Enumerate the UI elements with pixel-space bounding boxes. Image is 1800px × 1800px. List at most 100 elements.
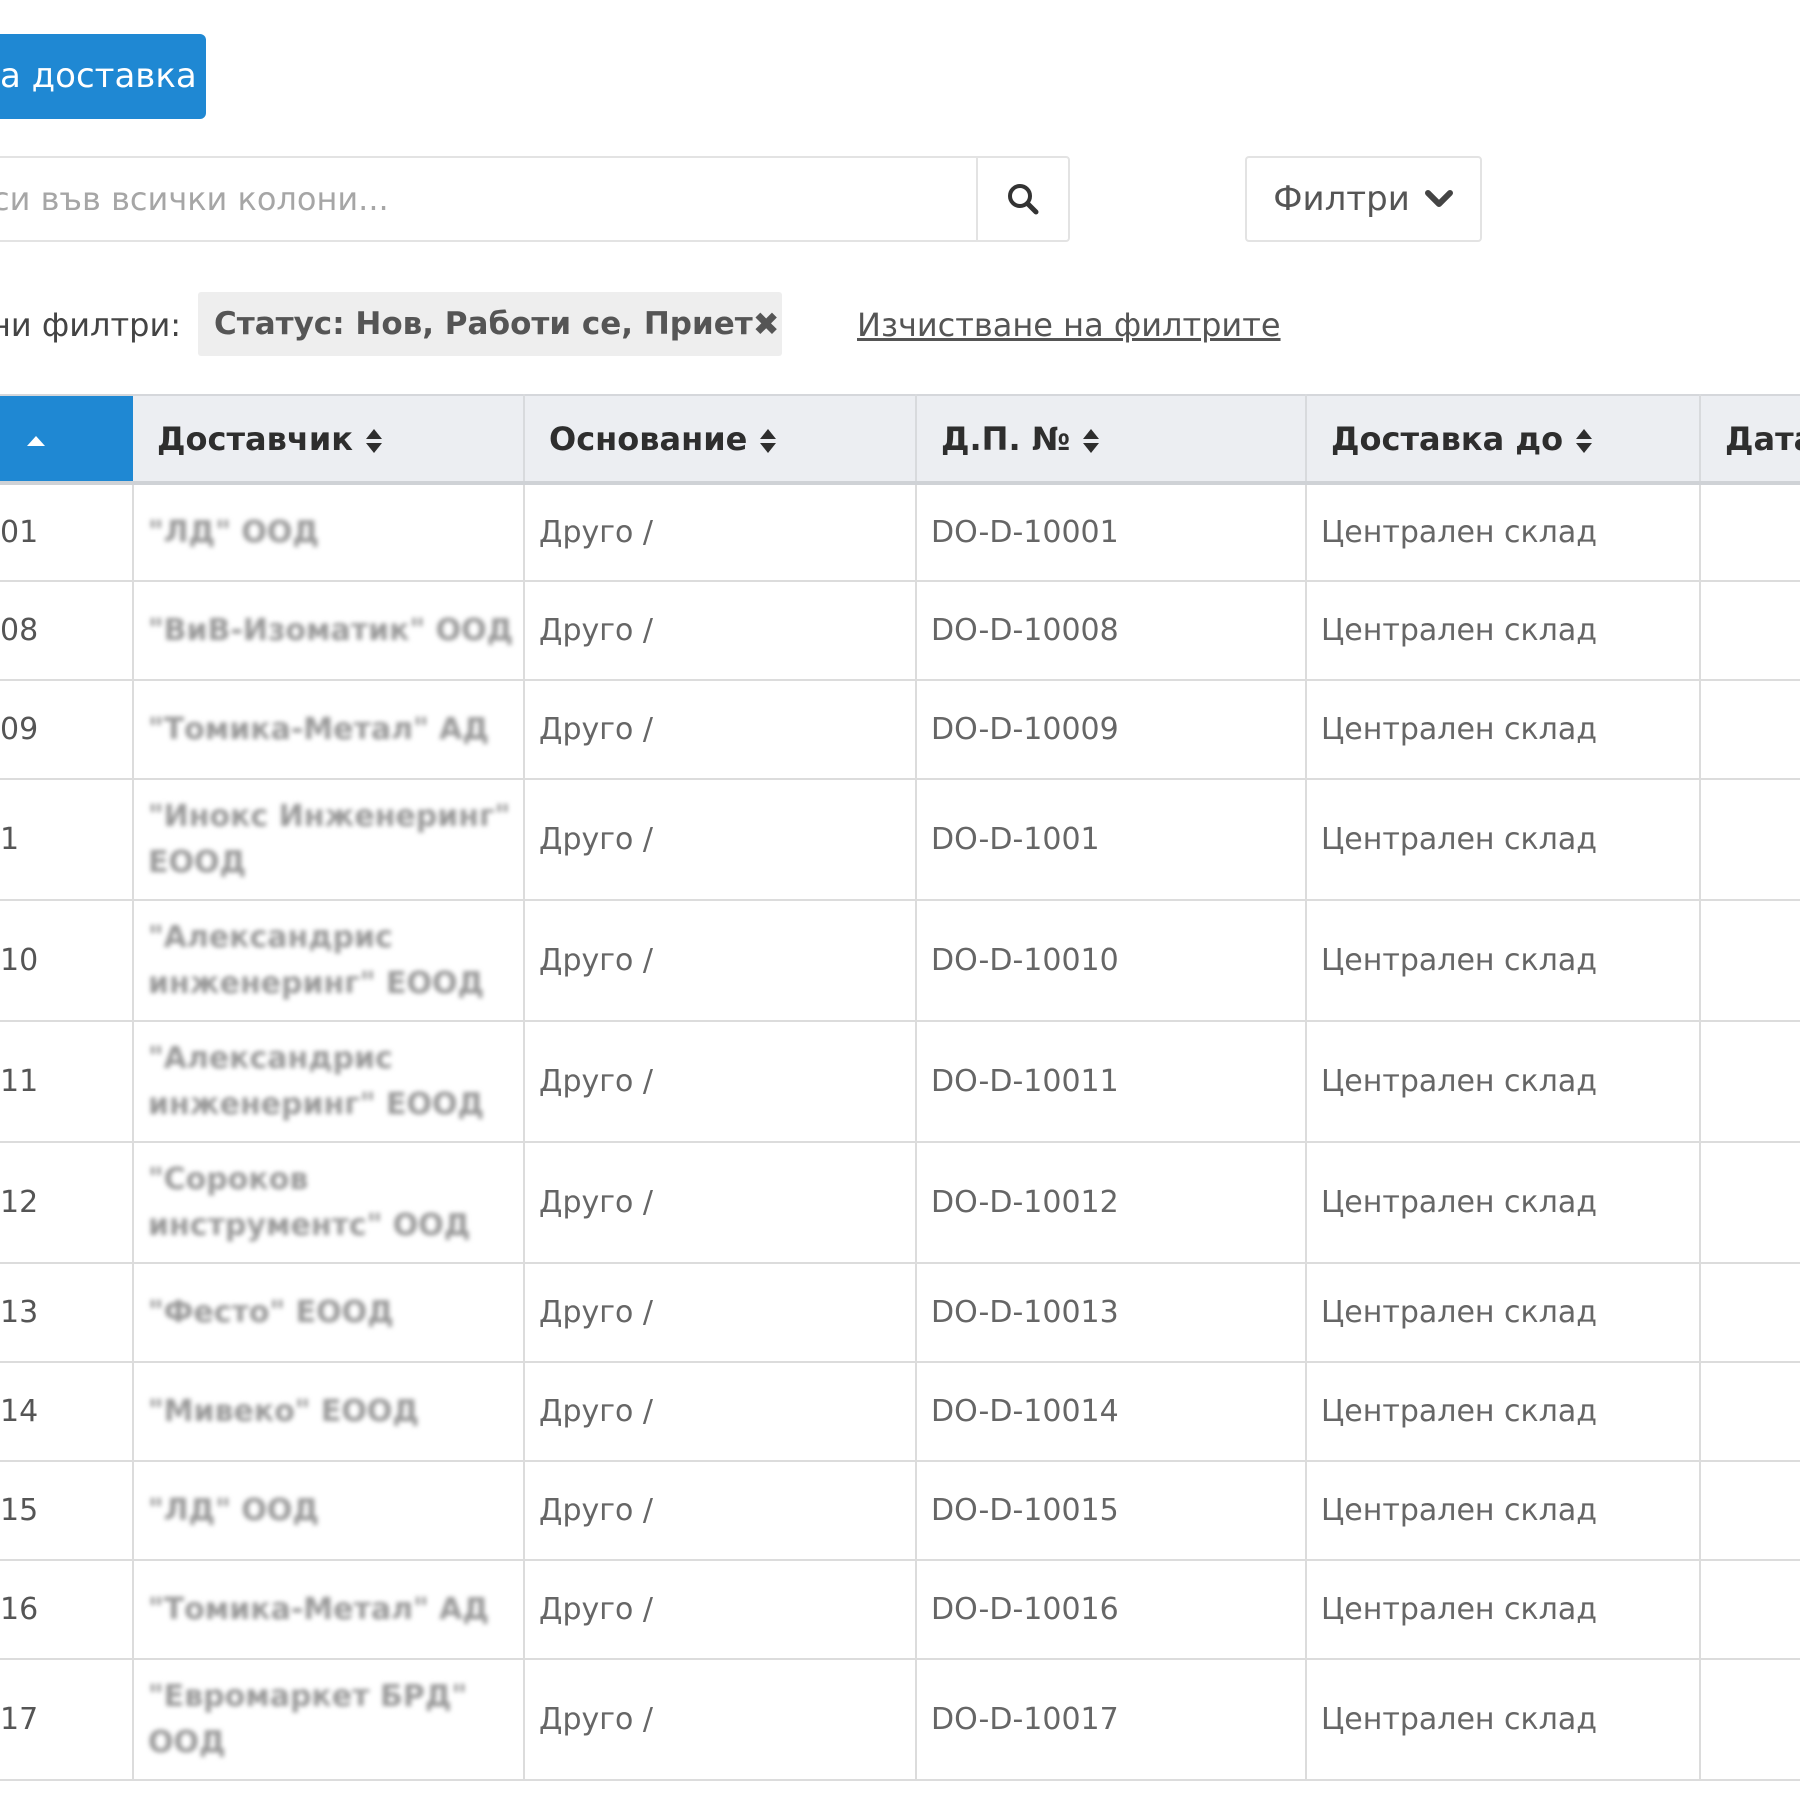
search-input[interactable] <box>0 158 976 240</box>
row-doc-number: DO-D-1001 <box>916 779 1307 901</box>
row-delivery-to: Централен склад <box>1306 1659 1701 1781</box>
row-basis: Друго / <box>524 900 917 1022</box>
column-header-doc-number[interactable]: Д.П. № <box>916 394 1307 485</box>
filter-chip-status: Статус: Нов, Работи се, Приет ✖ <box>198 292 782 356</box>
row-date <box>1700 581 1800 681</box>
search-icon <box>1008 184 1039 215</box>
row-date <box>1700 1362 1800 1462</box>
table-row[interactable]: 12 "Сороков инструментс" ООД Друго / DO-D-1… <box>0 1142 1800 1264</box>
table-row[interactable]: 08 "ВиВ-Изоматик" ООД Друго / DO-D-10008 Цен… <box>0 581 1800 681</box>
row-doc-number: DO-D-10011 <box>916 1021 1307 1143</box>
row-supplier: "ЛД" ООД <box>133 1461 525 1561</box>
row-doc-number: DO-D-10016 <box>916 1560 1307 1660</box>
table-row[interactable]: 15 "ЛД" ООД Друго / DO-D-10015 Централен скл… <box>0 1461 1800 1561</box>
sort-icon <box>1576 428 1593 453</box>
row-basis: Друго / <box>524 1659 917 1781</box>
table-row[interactable]: 17 "Евромаркет БРД" ООД Друго / DO-D-10017 Ц… <box>0 1659 1800 1781</box>
filters-dropdown-button[interactable]: Филтри <box>1245 156 1482 242</box>
clear-filters-link[interactable]: Изчистване на филтрите <box>857 298 1281 352</box>
filter-chip-label: Статус: Нов, Работи се, Приет <box>214 306 753 342</box>
column-header-delivery-to[interactable]: Доставка до <box>1306 394 1701 485</box>
row-supplier: "ЛД" ООД <box>133 483 525 582</box>
row-supplier: "Сороков инструментс" ООД <box>133 1142 525 1264</box>
row-doc-number: DO-D-10009 <box>916 680 1307 780</box>
column-header-basis[interactable]: Основание <box>524 394 917 485</box>
row-date <box>1700 900 1800 1022</box>
column-header-label: Д.П. № <box>941 419 1071 458</box>
deliveries-table: ДоставчикОснованиеД.П. №Доставка доДата … <box>0 394 1800 1800</box>
column-header-number[interactable] <box>0 394 133 485</box>
row-number: 14 <box>0 1362 134 1462</box>
chevron-down-icon <box>1424 190 1453 207</box>
table-row[interactable]: 14 "Мивеко" ЕООД Друго / DO-D-10014 Централе… <box>0 1362 1800 1462</box>
column-header-label: Доставчик <box>157 419 353 458</box>
column-header-label: Доставка до <box>1331 419 1564 458</box>
row-basis: Друго / <box>524 779 917 901</box>
row-date <box>1700 1659 1800 1781</box>
filters-button-label: Филтри <box>1273 179 1410 219</box>
row-date <box>1700 1263 1800 1363</box>
row-supplier: "Александрис инженеринг" ЕООД <box>133 1021 525 1143</box>
table-row[interactable]: 09 "Томика-Метал" АД Друго / DO-D-10009 Цент… <box>0 680 1800 780</box>
row-delivery-to: Централен склад <box>1306 1021 1701 1143</box>
table-row[interactable]: 10 "Александрис инженеринг" ЕООД Друго / DO… <box>0 900 1800 1022</box>
sort-icon <box>365 428 382 453</box>
column-header-label: Дата <box>1725 419 1800 458</box>
new-delivery-button[interactable]: а доставка <box>0 34 206 119</box>
table-row[interactable]: 11 "Александрис инженеринг" ЕООД Друго / DO… <box>0 1021 1800 1143</box>
row-date <box>1700 1142 1800 1264</box>
row-date <box>1700 779 1800 901</box>
row-number: 12 <box>0 1142 134 1264</box>
row-doc-number: DO-D-10013 <box>916 1263 1307 1363</box>
close-icon[interactable]: ✖ <box>753 305 780 343</box>
row-supplier: "Томика-Метал" АД <box>133 1560 525 1660</box>
row-basis: Друго / <box>524 680 917 780</box>
row-number: 09 <box>0 680 134 780</box>
table-row[interactable]: 13 "Фесто" ЕООД Друго / DO-D-10013 Централен… <box>0 1263 1800 1363</box>
row-doc-number: DO-D-10017 <box>916 1659 1307 1781</box>
table-header-row: Доставчик Основание Д.П. № Доставка до Дата <box>0 394 1800 485</box>
sort-icon <box>760 428 777 453</box>
row-basis: Друго / <box>524 1560 917 1660</box>
row-doc-number: DO-D-10010 <box>916 900 1307 1022</box>
search-button[interactable] <box>976 158 1068 240</box>
row-basis: Друго / <box>524 1021 917 1143</box>
row-date <box>1700 483 1800 582</box>
sort-icon <box>1083 428 1100 453</box>
row-number: 15 <box>0 1461 134 1561</box>
column-header-date[interactable]: Дата <box>1700 394 1800 485</box>
row-date <box>1700 1461 1800 1561</box>
table-row[interactable]: 16 "Томика-Метал" АД Друго / DO-D-10016 Цент… <box>0 1560 1800 1660</box>
row-number: 11 <box>0 1021 134 1143</box>
row-doc-number: DO-D-10015 <box>916 1461 1307 1561</box>
row-supplier: "Александрис инженеринг" ЕООД <box>133 900 525 1022</box>
row-delivery-to: Централен склад <box>1306 581 1701 681</box>
row-number: 13 <box>0 1263 134 1363</box>
row-basis: Друго / <box>524 1142 917 1264</box>
row-delivery-to: Централен склад <box>1306 1142 1701 1264</box>
row-supplier: "ВиВ-Изоматик" ООД <box>133 581 525 681</box>
column-header-supplier[interactable]: Доставчик <box>133 394 525 485</box>
row-number: 16 <box>0 1560 134 1660</box>
row-delivery-to: Централен склад <box>1306 1461 1701 1561</box>
table-row[interactable]: 01 "ЛД" ООД Друго / DO-D-10001 Централен скл… <box>0 483 1800 582</box>
row-supplier: "Инокс Инженеринг" ЕООД <box>133 779 525 901</box>
row-doc-number: DO-D-10012 <box>916 1142 1307 1264</box>
row-number: 08 <box>0 581 134 681</box>
row-delivery-to: Централен склад <box>1306 1263 1701 1363</box>
row-number: 1 <box>0 779 134 901</box>
row-delivery-to: Централен склад <box>1306 1560 1701 1660</box>
row-date <box>1700 680 1800 780</box>
row-number: 01 <box>0 483 134 582</box>
row-supplier: "Евромаркет БРД" ООД <box>133 1659 525 1781</box>
search-box <box>0 156 1070 242</box>
column-header-label: Основание <box>549 419 748 458</box>
row-supplier: "Томика-Метал" АД <box>133 680 525 780</box>
row-basis: Друго / <box>524 581 917 681</box>
row-supplier: "Мивеко" ЕООД <box>133 1362 525 1462</box>
row-basis: Друго / <box>524 483 917 582</box>
table-row[interactable]: 1 "Инокс Инженеринг" ЕООД Друго / DO-D-1001… <box>0 779 1800 901</box>
active-filters-label: ни филтри: <box>0 306 182 344</box>
row-basis: Друго / <box>524 1263 917 1363</box>
row-delivery-to: Централен склад <box>1306 779 1701 901</box>
